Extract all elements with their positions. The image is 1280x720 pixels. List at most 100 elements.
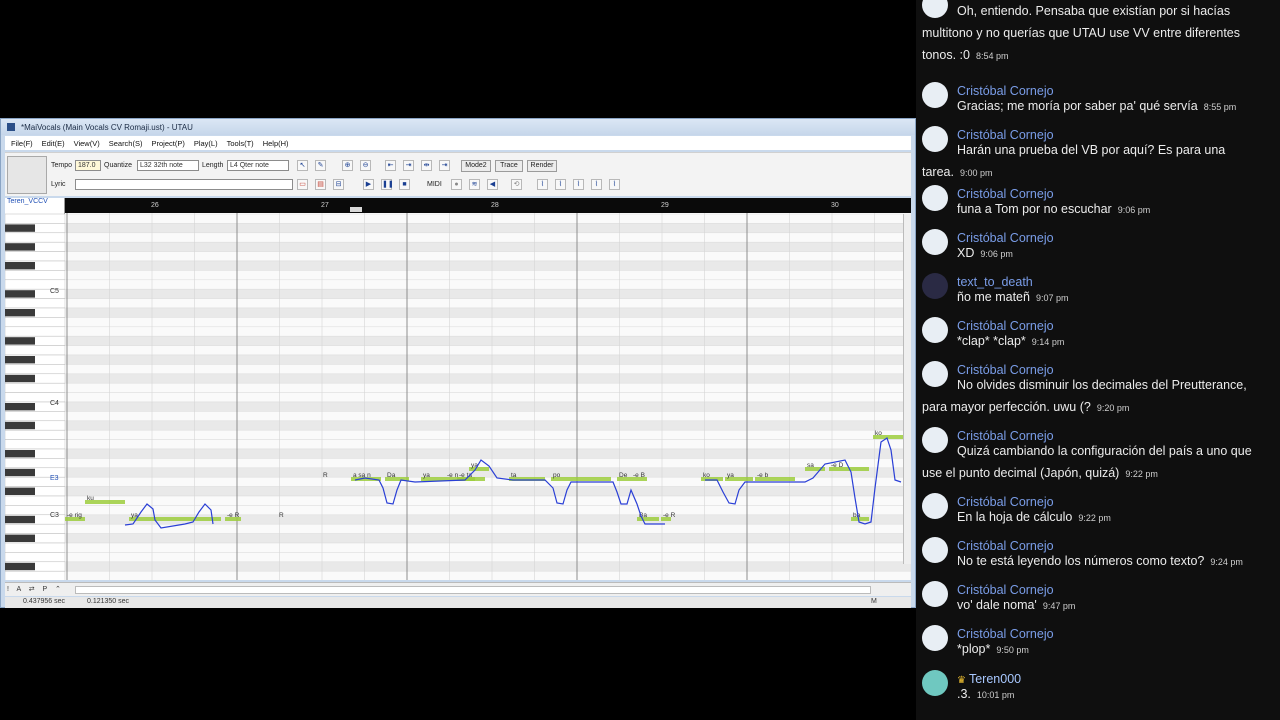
note-lyric[interactable]: ba [853,512,861,519]
horizontal-scrollbar[interactable]: ! A ⇄ P ⌃ [5,582,911,596]
menu-help[interactable]: Help(H) [263,139,289,148]
playhead-marker[interactable] [350,207,362,212]
black-key[interactable] [5,290,35,298]
white-key[interactable] [5,570,65,580]
white-key[interactable] [5,411,65,422]
white-key[interactable] [5,552,65,563]
white-key[interactable] [5,495,65,506]
note-lyric[interactable]: R [279,512,284,519]
pitch-tool5-icon[interactable]: ⌇ [609,179,620,190]
note-lyric[interactable]: ya [727,472,734,479]
note-lyric[interactable]: ko [875,430,882,437]
note-lyric[interactable]: ya [423,472,430,479]
note-grid[interactable]: 26 27 28 29 30 -e rigkuya -e R RR a sa n Da ya -e … [65,198,911,580]
note-lyric[interactable]: -e n [447,472,459,479]
loop-icon[interactable]: ⟲ [511,179,522,190]
pitch-tool3-icon[interactable]: ⌇ [573,179,584,190]
white-key[interactable] [5,542,65,553]
black-key[interactable] [5,421,35,430]
black-key[interactable] [5,403,35,411]
length-select[interactable]: L4 Qter note [227,160,289,171]
black-key[interactable] [5,534,35,542]
black-key[interactable] [5,356,35,364]
snap-right-icon[interactable]: ⇥ [439,160,450,171]
menu-view[interactable]: View(V) [74,139,100,148]
white-key[interactable] [5,232,65,243]
zoom-in-icon[interactable]: ⊕ [342,160,353,171]
note-lyric[interactable]: ku [87,495,94,502]
white-key[interactable] [5,270,65,281]
chat-message[interactable]: Cristóbal Cornejo *plop* 9:50 pm [922,625,1272,661]
menu-file[interactable]: File(F) [11,139,33,148]
note-lyric[interactable]: -e D [831,462,844,469]
note-lyric[interactable]: -e ta [459,472,472,479]
white-key[interactable] [5,251,65,262]
note-lyric[interactable]: ko [703,472,710,479]
vertical-scrollbar[interactable] [903,214,911,564]
note-lyric[interactable]: -e R [227,512,240,519]
note-lyric[interactable]: Da [387,472,396,479]
black-key[interactable] [5,450,35,458]
white-key[interactable] [5,317,65,328]
chat-message[interactable]: Cristóbal Cornejo Harán una prueba del VB… [922,126,1272,179]
menu-play[interactable]: Play(L) [194,139,218,148]
menu-search[interactable]: Search(S) [109,139,143,148]
black-key[interactable] [5,309,35,317]
note-lyric[interactable]: De [619,472,628,479]
chat-message[interactable]: Cristóbal Cornejo Quizá cambiando la conf… [922,427,1272,483]
white-key[interactable] [5,523,65,534]
chat-message[interactable]: Cristóbal Cornejo Gracias; me moría por s… [922,82,1272,118]
pitch-tool4-icon[interactable]: ⌇ [591,179,602,190]
black-key[interactable] [5,468,35,477]
piano-roll[interactable]: Teren_VCCV C5 C4 E3 C3 26 27 28 29 30 -e rig… [5,198,911,580]
white-key[interactable] [5,345,65,356]
white-key[interactable] [5,326,65,337]
note-lyric[interactable]: -e rig [67,512,82,519]
title-bar[interactable]: *MaiVocals (Main Vocals CV Romaji.ust) -… [1,119,915,135]
zoom-out-icon[interactable]: ⊖ [360,160,371,171]
stop-icon[interactable]: ■ [399,179,410,190]
play-icon[interactable]: ▶ [363,179,374,190]
lyric-input[interactable] [75,179,293,190]
black-key[interactable] [5,243,35,251]
pitch-tool2-icon[interactable]: ⌇ [555,179,566,190]
white-key[interactable] [5,429,65,440]
note-lyric[interactable]: ta [511,472,517,479]
pencil-tool-icon[interactable]: ✎ [315,160,326,171]
black-key[interactable] [5,562,35,571]
edit-icon[interactable]: ⊟ [333,179,344,190]
record-icon[interactable]: ● [451,179,462,190]
piano-keyboard[interactable]: Teren_VCCV C5 C4 E3 C3 [5,198,65,580]
note-lyric[interactable]: sa [807,462,814,469]
note-lyric[interactable]: po [553,472,561,479]
trace-button[interactable]: Trace [495,160,523,172]
black-key[interactable] [5,262,35,270]
note-lyric[interactable]: R [323,472,328,479]
white-key[interactable] [5,364,65,375]
pointer-tool-icon[interactable]: ↖ [297,160,308,171]
chat-message[interactable]: Cristóbal Cornejo En la hoja de cálculo 9:… [922,493,1272,529]
white-key[interactable] [5,382,65,393]
white-key[interactable] [5,298,65,309]
chat-message[interactable]: Oh, entiendo. Pensaba que existían por s… [922,0,1272,62]
wave-icon[interactable]: ▤ [315,179,326,190]
note-bar[interactable] [129,517,221,521]
scroll-track[interactable] [75,586,871,594]
mode2-button[interactable]: Mode2 [461,160,491,172]
white-key[interactable] [5,213,65,224]
chat-message[interactable]: Cristóbal Cornejo *clap* *clap* 9:14 pm [922,317,1272,353]
render-button[interactable]: Render [527,160,557,172]
folder-icon[interactable]: ▭ [297,179,308,190]
quantize-select[interactable]: L32 32th note [137,160,199,171]
track-tabs[interactable]: ! A ⇄ P ⌃ [7,585,64,593]
chat-message[interactable]: Cristóbal Cornejo vo' dale noma' 9:47 pm [922,581,1272,617]
menu-project[interactable]: Project(P) [151,139,184,148]
tempo-input[interactable]: 187.0 [75,160,101,171]
white-key[interactable] [5,458,65,469]
voicebank-button[interactable] [7,156,47,194]
black-key[interactable] [5,224,35,232]
pause-icon[interactable]: ❚❚ [381,179,394,190]
measure-ruler[interactable] [65,198,911,213]
chat-message[interactable]: Cristóbal Cornejo funa a Tom por no escuc… [922,185,1272,221]
black-key[interactable] [5,374,35,383]
